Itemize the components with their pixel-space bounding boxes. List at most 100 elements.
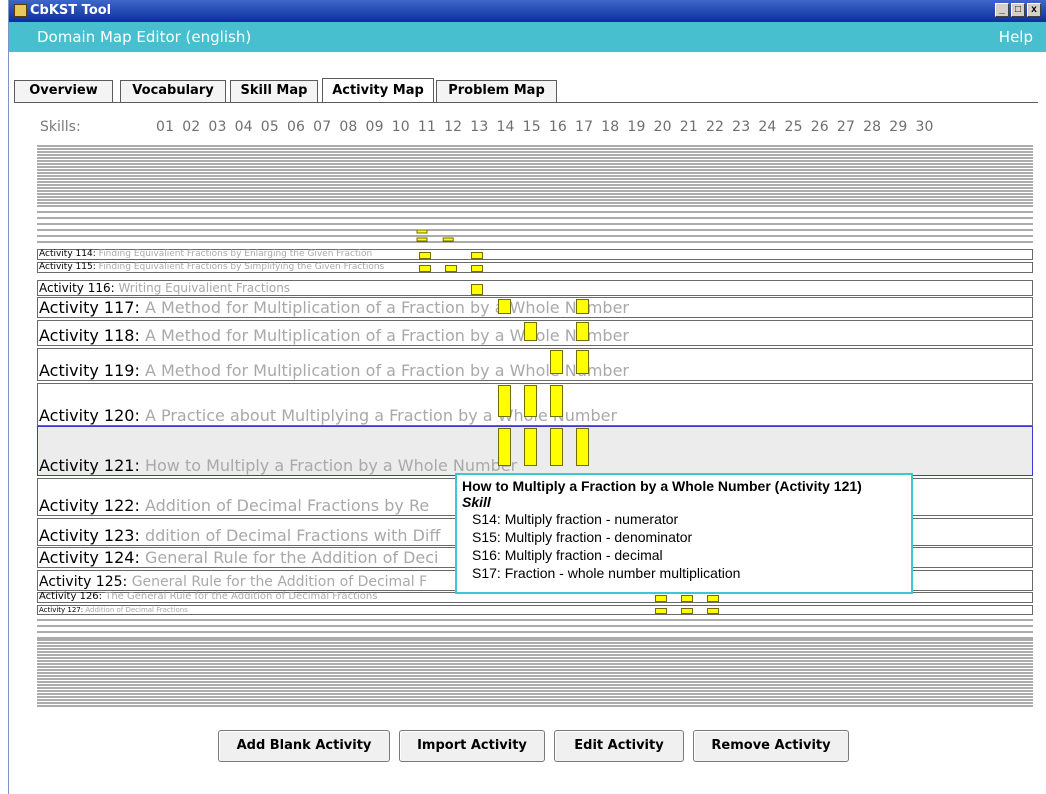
activity-description: Writing Equivalient Fractions: [114, 281, 291, 295]
skill-number: 10: [391, 119, 410, 135]
activity-description: General Rule for the Addition of Decimal…: [127, 574, 428, 590]
skill-number: 14: [496, 119, 515, 135]
activity-row[interactable]: Activity 121: How to Multiply a Fraction…: [37, 426, 1033, 476]
activity-row[interactable]: Activity 127: Addition of Decimal Fracti…: [37, 605, 1033, 615]
skill-number: 29: [889, 119, 908, 135]
activity-label: Activity 114: Finding Equivalient Fracti…: [39, 249, 372, 259]
skill-mark-s21: [681, 608, 693, 614]
skill-number: 26: [810, 119, 829, 135]
edit-activity-button[interactable]: Edit Activity: [554, 730, 684, 762]
skill-number: 25: [784, 119, 803, 135]
activity-id: Activity 124: [39, 548, 135, 567]
activity-label: Activity 123: ddition of Decimal Fractio…: [39, 526, 440, 545]
activity-label: Activity 117: A Method for Multiplicatio…: [39, 298, 629, 317]
skill-number: 21: [679, 119, 698, 135]
activity-label: Activity 124: General Rule for the Addit…: [39, 548, 439, 567]
activity-label: Activity 125: General Rule for the Addit…: [39, 574, 427, 590]
skill-number: 24: [758, 119, 777, 135]
window-title: CbKST Tool: [30, 3, 112, 18]
activity-id: Activity 116: [39, 281, 111, 295]
activity-id: Activity 117: [39, 298, 135, 317]
skill-mark-s15: [523, 322, 537, 341]
tab-overview[interactable]: Overview: [14, 80, 113, 102]
import-activity-button[interactable]: Import Activity: [399, 730, 545, 762]
skill-number: 01: [156, 119, 175, 135]
activity-skill-map[interactable]: Activity 114: Finding Equivalient Fracti…: [37, 140, 1033, 710]
skill-number: 22: [705, 119, 725, 135]
skill-number: 08: [339, 119, 358, 135]
skill-number: 06: [286, 119, 306, 135]
activity-description: A Method for Multiplication of a Fractio…: [139, 298, 629, 317]
tooltip-skill-item: S17: Fraction - whole number multiplicat…: [472, 565, 741, 581]
tooltip-skill-item: S15: Multiply fraction - denominator: [472, 529, 693, 545]
activity-description: General Rule for the Addition of Deci: [139, 548, 439, 567]
skill-number: 27: [836, 119, 856, 135]
editor-title: Domain Map Editor (english): [37, 28, 252, 46]
activity-row[interactable]: Activity 115: Finding Equivalient Fracti…: [37, 262, 1033, 273]
minimize-button[interactable]: _: [995, 3, 1009, 17]
activity-tooltip: How to Multiply a Fraction by a Whole Nu…: [455, 473, 913, 594]
skill-number: 18: [601, 119, 620, 135]
activity-label: Activity 115: Finding Equivalient Fracti…: [39, 262, 384, 272]
tab-activity-map[interactable]: Activity Map: [322, 78, 434, 102]
skill-mark-s17: [576, 350, 590, 374]
skill-mark-s17: [576, 299, 590, 314]
skill-mark-s13: [471, 252, 484, 259]
skill-mark-s17: [576, 322, 590, 341]
skill-mark-s15: [523, 428, 537, 466]
tooltip-skill-item: S16: Multiply fraction - decimal: [472, 547, 663, 563]
tab-problem-map[interactable]: Problem Map: [436, 80, 557, 102]
button-bar: Add Blank Activity Import Activity Edit …: [0, 730, 1046, 766]
activity-id: Activity 115: [39, 262, 93, 272]
activity-row[interactable]: Activity 118: A Method for Multiplicatio…: [37, 320, 1033, 346]
activity-row[interactable]: Activity 116: Writing Equivalient Fracti…: [37, 280, 1033, 296]
activity-label: Activity 116: Writing Equivalient Fracti…: [39, 281, 290, 295]
skill-mark-s14: [497, 428, 511, 466]
activity-description: ddition of Decimal Fractions with Diff: [139, 526, 441, 545]
activity-id: Activity 119: [39, 361, 135, 380]
skill-number-header: 01 02 03 04 05 06 07 08 09 10 11 12 13 14 15 16 17 18 19 20…: [156, 119, 942, 135]
activity-id: Activity 123: [39, 526, 135, 545]
skill-mark-s14: [497, 385, 511, 417]
skill-mark-s20: [654, 595, 667, 602]
skill-number: 11: [417, 119, 437, 135]
skill-mark-s17: [576, 428, 590, 466]
activity-label: Activity 119: A Method for Multiplicatio…: [39, 361, 629, 380]
tab-skill-map[interactable]: Skill Map: [230, 80, 318, 102]
activity-row[interactable]: Activity 119: A Method for Multiplicatio…: [37, 348, 1033, 381]
close-button[interactable]: x: [1027, 3, 1041, 17]
skill-mark-s13: [471, 265, 484, 272]
maximize-button[interactable]: □: [1011, 3, 1025, 17]
skill-number: 28: [863, 119, 882, 135]
skill-number: 12: [444, 119, 463, 135]
skill-mark-s11: [419, 265, 431, 272]
activity-description: The General Rule for the Addition of Dec…: [102, 591, 378, 602]
skill-mark-s16: [550, 350, 563, 374]
activity-row[interactable]: Activity 117: A Method for Multiplicatio…: [37, 297, 1033, 318]
tooltip-heading: Skill: [462, 494, 491, 510]
activity-description: Addition of Decimal Fractions by Re: [139, 496, 430, 515]
activity-label: Activity 126: The General Rule for the A…: [39, 591, 377, 602]
skill-mark-s11: [419, 252, 431, 259]
tab-vocabulary[interactable]: Vocabulary: [120, 80, 226, 102]
title-bar[interactable]: CbKST Tool _ □ x: [9, 0, 1046, 22]
activity-id: Activity 118: [39, 326, 135, 345]
help-link[interactable]: Help: [999, 28, 1033, 46]
activity-description: Finding Equivalient Fractions by Simplif…: [95, 262, 385, 272]
skill-mark-s16: [550, 428, 563, 466]
activity-description: A Method for Multiplication of a Fractio…: [139, 326, 629, 345]
skill-mark-s15: [523, 385, 537, 417]
skill-number: 30: [915, 119, 934, 135]
activity-label: Activity 122: Addition of Decimal Fracti…: [39, 496, 429, 515]
skill-mark: [416, 237, 428, 242]
skill-number: 07: [313, 119, 332, 135]
activity-row[interactable]: Activity 120: A Practice about Multiplyi…: [37, 383, 1033, 426]
skill-mark-s16: [550, 385, 563, 417]
skill-number: 05: [260, 119, 279, 135]
add-blank-activity-button[interactable]: Add Blank Activity: [218, 730, 390, 762]
tooltip-title: How to Multiply a Fraction by a Whole Nu…: [462, 478, 862, 494]
skill-mark-s20: [654, 608, 667, 614]
skill-mark-s12: [445, 265, 458, 272]
activity-row[interactable]: Activity 114: Finding Equivalient Fracti…: [37, 249, 1033, 260]
remove-activity-button[interactable]: Remove Activity: [693, 730, 849, 762]
